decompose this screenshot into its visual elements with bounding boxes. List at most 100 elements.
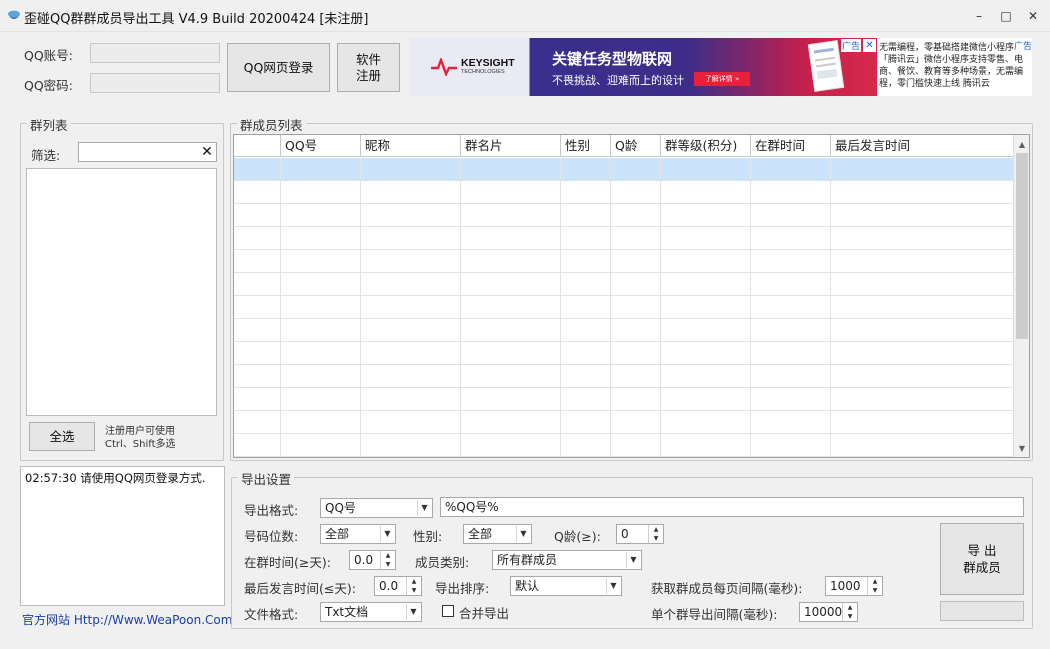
spin-up-icon[interactable]: ▲	[407, 577, 421, 586]
group-interval-value: 10000	[804, 605, 843, 619]
spin-down-icon[interactable]: ▼	[868, 586, 882, 595]
column-header-nickname[interactable]: 昵称	[361, 135, 461, 157]
text-ad[interactable]: 无需编程，零基础搭建微信小程序「腾讯云」微信小程序支持零售、电商、餐饮、教育等多…	[878, 38, 1032, 96]
table-cell	[234, 227, 831, 249]
table-row[interactable]	[234, 319, 1014, 342]
group-interval-label: 单个群导出间隔(毫秒):	[651, 607, 778, 622]
close-button[interactable]: ✕	[1023, 6, 1043, 26]
select-all-button[interactable]: 全选	[29, 422, 95, 451]
clear-filter-icon[interactable]: ✕	[199, 142, 215, 162]
gender-select[interactable]: 全部 ▼	[463, 524, 532, 544]
column-header-qq[interactable]: QQ号	[281, 135, 361, 157]
text-ad-badge: 广告	[1014, 39, 1032, 52]
column-header-join-time[interactable]: 在群时间	[751, 135, 831, 157]
spin-up-icon[interactable]: ▲	[649, 525, 663, 534]
file-format-select[interactable]: Txt文档 ▼	[320, 602, 422, 622]
chevron-down-icon: ▼	[516, 526, 530, 542]
spin-up-icon[interactable]: ▲	[868, 577, 882, 586]
website-link[interactable]: 官方网站 Http://Www.WeaPoon.Com	[22, 611, 232, 628]
grid-scrollbar[interactable]: ▲ ▼	[1013, 135, 1029, 457]
column-header-level[interactable]: 群等级(积分)	[661, 135, 751, 157]
spin-buttons[interactable]: ▲ ▼	[648, 525, 663, 543]
ad-brand-sub: TECHNOLOGIES	[461, 69, 505, 75]
spin-buttons[interactable]: ▲ ▼	[406, 577, 421, 595]
ad-close-icon[interactable]: ✕	[863, 39, 876, 52]
page-interval-value: 1000	[830, 579, 861, 593]
spin-buttons[interactable]: ▲ ▼	[842, 603, 857, 621]
column-header-last-speak[interactable]: 最后发言时间	[831, 135, 1014, 157]
account-input[interactable]	[90, 43, 220, 63]
in-group-value: 0.0	[354, 553, 374, 567]
file-format-select-value: Txt文档	[325, 605, 369, 619]
group-interval-spinner[interactable]: 10000 ▲ ▼	[799, 602, 858, 622]
sort-select[interactable]: 默认 ▼	[510, 576, 622, 596]
sort-select-value: 默认	[515, 579, 540, 593]
group-listbox[interactable]	[26, 168, 217, 416]
column-header-card[interactable]: 群名片	[461, 135, 561, 157]
in-group-label: 在群时间(≥天):	[244, 555, 331, 570]
table-row[interactable]	[234, 388, 1014, 411]
register-button[interactable]: 软件 注册	[337, 43, 400, 92]
qage-spinner[interactable]: 0 ▲ ▼	[616, 524, 664, 544]
table-row[interactable]	[234, 411, 1014, 434]
minimize-button[interactable]: –	[969, 6, 989, 26]
table-row[interactable]	[234, 181, 1014, 204]
merge-export-checkbox[interactable]	[442, 605, 454, 617]
table-cell	[234, 388, 831, 410]
window-title: 歪碰QQ群群成员导出工具 V4.9 Build 20200424 [未注册]	[24, 12, 369, 27]
table-cell	[234, 158, 831, 180]
export-members-button[interactable]: 导 出 群成员	[940, 523, 1024, 595]
ad-brand: KEYSIGHT	[461, 57, 515, 69]
page-interval-spinner[interactable]: 1000 ▲ ▼	[825, 576, 883, 596]
password-input[interactable]	[90, 73, 220, 93]
filter-input[interactable]	[78, 142, 217, 162]
table-row[interactable]	[234, 250, 1014, 273]
scroll-down-icon[interactable]: ▼	[1014, 441, 1029, 457]
column-header[interactable]	[234, 135, 281, 157]
last-speak-value: 0.0	[379, 579, 399, 593]
qage-label: Q龄(≥):	[554, 529, 601, 544]
table-row[interactable]	[234, 204, 1014, 227]
last-speak-spinner[interactable]: 0.0 ▲ ▼	[374, 576, 422, 596]
spin-up-icon[interactable]: ▲	[381, 551, 395, 560]
table-cell	[234, 411, 831, 433]
digits-select-value: 全部	[325, 527, 350, 541]
file-format-label: 文件格式:	[244, 607, 299, 622]
ad-cta[interactable]: 了解详情 »	[694, 72, 750, 86]
member-type-select[interactable]: 所有群成员 ▼	[492, 550, 642, 570]
member-list-title: 群成员列表	[237, 115, 306, 134]
ad-banner[interactable]: KEYSIGHT TECHNOLOGIES 关键任务型物联网 不畏挑战、迎难而上…	[409, 38, 877, 96]
format-template-input[interactable]: %QQ号%	[440, 497, 1024, 517]
spin-buttons[interactable]: ▲ ▼	[380, 551, 395, 569]
web-login-button[interactable]: QQ网页登录	[227, 43, 330, 92]
table-row[interactable]	[234, 342, 1014, 365]
scroll-up-icon[interactable]: ▲	[1014, 137, 1029, 153]
spin-down-icon[interactable]: ▼	[381, 560, 395, 569]
maximize-button[interactable]: □	[996, 6, 1016, 26]
in-group-spinner[interactable]: 0.0 ▲ ▼	[349, 550, 396, 570]
table-row[interactable]	[234, 227, 1014, 250]
spin-buttons[interactable]: ▲ ▼	[867, 577, 882, 595]
spin-down-icon[interactable]: ▼	[649, 534, 663, 543]
qage-value: 0	[621, 527, 629, 541]
page-interval-label: 获取群成员每页间隔(毫秒):	[651, 581, 803, 596]
spin-up-icon[interactable]: ▲	[843, 603, 857, 612]
keysight-logo-icon	[431, 58, 457, 76]
table-row[interactable]	[234, 273, 1014, 296]
spin-down-icon[interactable]: ▼	[843, 612, 857, 621]
format-select[interactable]: QQ号 ▼	[320, 498, 433, 518]
column-header-gender[interactable]: 性别	[561, 135, 611, 157]
ad-product-image	[807, 40, 845, 92]
table-row[interactable]	[234, 434, 1014, 457]
table-row[interactable]	[234, 296, 1014, 319]
member-grid[interactable]: QQ号 昵称 群名片 性别 Q龄 群等级(积分) 在群时间 最后发言时间 ▲ ▼	[233, 134, 1030, 458]
column-header-qage[interactable]: Q龄	[611, 135, 661, 157]
scroll-thumb[interactable]	[1016, 153, 1028, 339]
text-ad-content: 无需编程，零基础搭建微信小程序「腾讯云」微信小程序支持零售、电商、餐饮、教育等多…	[879, 43, 1024, 89]
table-row[interactable]	[234, 365, 1014, 388]
spin-down-icon[interactable]: ▼	[407, 586, 421, 595]
format-select-value: QQ号	[325, 501, 356, 515]
digits-label: 号码位数:	[244, 529, 299, 544]
digits-select[interactable]: 全部 ▼	[320, 524, 396, 544]
table-row[interactable]	[234, 158, 1014, 181]
